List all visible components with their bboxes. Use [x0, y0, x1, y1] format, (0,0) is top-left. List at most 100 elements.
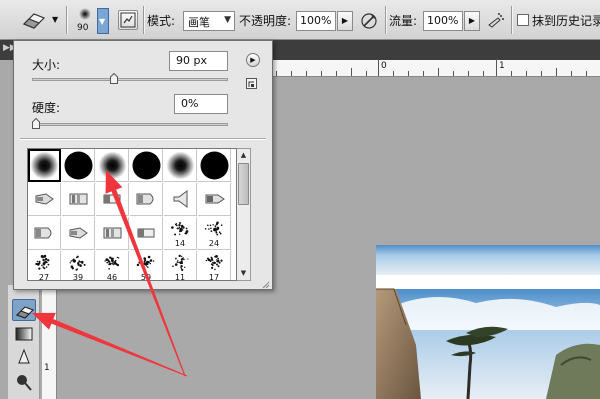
brush-preset-soft[interactable] — [164, 149, 197, 182]
brush-preset-wide[interactable] — [28, 217, 61, 250]
hardness-slider-thumb[interactable] — [32, 117, 40, 129]
brush-size-label: 27 — [38, 273, 50, 281]
airbrush-icon — [488, 13, 504, 28]
eraser-icon — [16, 306, 34, 319]
brush-preset-scatter[interactable]: 24 — [198, 217, 231, 250]
brush-preset-scatter[interactable]: 17 — [198, 251, 231, 281]
brush-tip-icon — [30, 151, 59, 180]
brush-size-label: 24 — [208, 239, 220, 248]
scrollbar-thumb[interactable] — [238, 163, 249, 205]
size-slider-track[interactable] — [32, 78, 228, 81]
brush-preset-grid: 14 24 27 39 46 59 11 17 — [27, 148, 237, 281]
flow-slider-button[interactable]: ▶ — [464, 11, 480, 31]
brush-tip-icon — [69, 227, 88, 239]
brush-tip-icon — [69, 193, 88, 205]
chevron-down-icon: ▼ — [224, 15, 231, 25]
brush-preset-pointed[interactable] — [198, 183, 231, 216]
flow-value: 100% — [427, 14, 459, 27]
preset-scrollbar[interactable]: ▲ ▼ — [237, 148, 251, 281]
flow-field[interactable]: 100% — [423, 11, 463, 31]
hardness-slider-track[interactable] — [32, 123, 228, 126]
brush-size-label: 46 — [106, 273, 118, 281]
brush-tip-icon — [103, 227, 122, 239]
brush-preset-chalk[interactable] — [62, 183, 95, 216]
opacity-slider-button[interactable]: ▶ — [337, 11, 353, 31]
brush-preset-scatter[interactable]: 27 — [28, 251, 61, 281]
brush-preset-scatter[interactable]: 11 — [164, 251, 197, 281]
brush-preset-hard[interactable] — [62, 149, 95, 182]
mode-value: 画笔 — [188, 16, 210, 29]
scroll-down-icon[interactable]: ▼ — [237, 267, 250, 280]
popup-menu-button[interactable]: ▶ — [246, 53, 260, 67]
chevron-down-icon: ▼ — [99, 17, 106, 26]
brush-tip-icon — [64, 151, 93, 180]
brush-preset-scatter[interactable]: 59 — [130, 251, 163, 281]
erase-to-history-checkbox[interactable] — [517, 14, 529, 26]
brush-preset-scatter[interactable]: 46 — [96, 251, 129, 281]
brush-size-label: 59 — [140, 273, 152, 281]
brush-preset-marker[interactable] — [28, 183, 61, 216]
new-preset-icon — [248, 81, 254, 87]
brush-picker[interactable]: 90 — [74, 6, 96, 36]
brush-preset-hard[interactable] — [130, 149, 163, 182]
soft-brush-icon — [79, 8, 91, 20]
brush-preset-flat[interactable] — [130, 217, 163, 250]
erase-to-history-label: 抹到历史记录 — [532, 14, 600, 28]
landscape-photo — [376, 245, 600, 399]
brush-preset-chalk[interactable] — [96, 217, 129, 250]
blur-drop-icon — [18, 348, 30, 364]
brush-preset-flat[interactable] — [96, 183, 129, 216]
divider — [20, 138, 266, 139]
brush-preset-soft[interactable] — [28, 149, 61, 182]
dodge-tool[interactable] — [12, 371, 36, 393]
mode-select[interactable]: 画笔 ▼ — [183, 11, 235, 31]
eraser-tool[interactable] — [12, 299, 36, 321]
tool-preset-picker[interactable]: ▼ — [18, 8, 66, 32]
brush-tip-icon — [132, 151, 161, 180]
new-preset-button[interactable] — [246, 78, 257, 89]
document-photo[interactable] — [376, 245, 600, 399]
brush-tip-icon — [35, 193, 54, 205]
brush-preset-hard[interactable] — [198, 149, 231, 182]
opacity-field[interactable]: 100% — [296, 11, 336, 31]
tablet-pressure-opacity-button[interactable] — [358, 10, 380, 32]
hardness-label: 硬度: — [32, 101, 61, 115]
horizontal-ruler: 0 1 — [270, 59, 600, 77]
brush-tip-icon — [103, 194, 121, 204]
brush-preset-scatter[interactable]: 39 — [62, 251, 95, 280]
size-slider-thumb[interactable] — [110, 72, 119, 84]
ruler-label: 1 — [499, 61, 505, 71]
brush-size-label: 11 — [174, 273, 186, 281]
gradient-tool[interactable] — [12, 323, 36, 345]
blur-tool[interactable] — [12, 347, 36, 369]
brush-panel-icon — [120, 12, 136, 28]
mode-label: 模式: — [147, 14, 176, 28]
airbrush-pressure-icon — [361, 13, 377, 29]
vertical-ruler: 1 — [42, 285, 57, 399]
brush-panel-toggle[interactable] — [118, 10, 138, 30]
size-value: 90 px — [176, 54, 207, 67]
brush-preset-wide[interactable] — [130, 183, 163, 216]
brush-preset-soft[interactable] — [96, 149, 129, 182]
brush-tip-icon — [137, 228, 155, 238]
opacity-label: 不透明度: — [239, 14, 292, 28]
options-bar: ▼ 90 ▼ 模式: 画笔 ▼ 不透明度: 100% ▶ 流量: 100% ▶ … — [0, 0, 600, 40]
brush-tip-icon — [173, 190, 188, 208]
brush-picker-dropdown[interactable]: ▼ — [97, 8, 109, 34]
brush-preset-fan[interactable] — [164, 183, 197, 216]
gradient-icon — [15, 327, 33, 341]
airbrush-button[interactable] — [485, 10, 507, 32]
ruler-label: 1 — [44, 363, 50, 373]
brush-preset-scatter[interactable]: 14 — [164, 217, 197, 250]
brush-tip-icon — [136, 193, 154, 205]
brush-size-label: 14 — [174, 239, 186, 248]
hardness-field[interactable]: 0% — [174, 94, 228, 114]
brush-tip-icon — [205, 194, 225, 204]
brush-preset-marker[interactable] — [62, 217, 95, 250]
scroll-up-icon[interactable]: ▲ — [237, 149, 250, 162]
brush-preset-picker: 大小: 90 px ▶ 硬度: 0% 14 24 27 39 46 59 11 17 ▲ ▼ — [13, 40, 273, 290]
opacity-value: 100% — [300, 14, 332, 27]
size-field[interactable]: 90 px — [169, 51, 228, 71]
brush-size-label: 17 — [208, 273, 220, 281]
resize-grip-icon[interactable] — [262, 279, 270, 289]
